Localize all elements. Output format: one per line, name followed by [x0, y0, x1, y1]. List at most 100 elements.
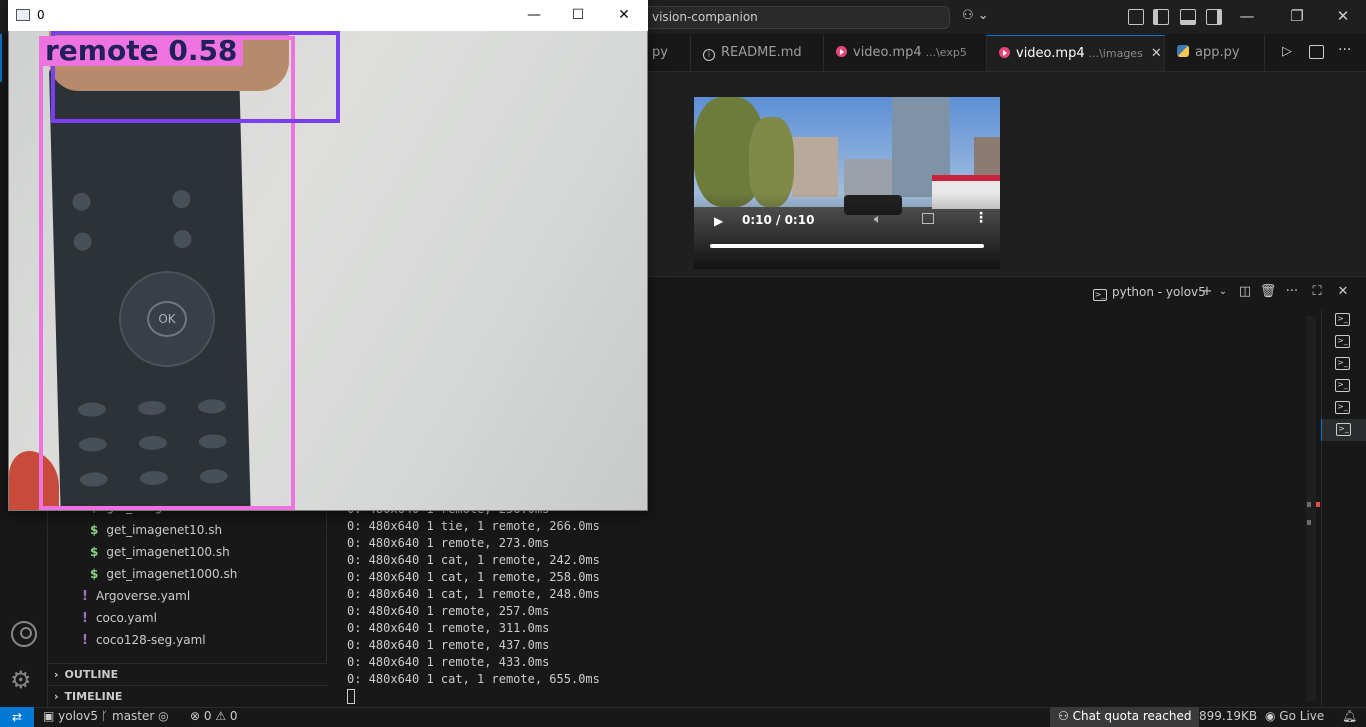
terminal-instance-1[interactable]: >_ [1321, 309, 1366, 331]
tab-app-py[interactable]: app.py [1165, 35, 1265, 71]
minimize-icon[interactable]: — [1232, 7, 1262, 27]
chat-quota-status[interactable]: ⚇ Chat quota reached [1050, 707, 1200, 727]
terminal-icon: >_ [1336, 423, 1351, 436]
video-player[interactable]: ▶ 0:10 / 0:10 🔈︎ ⋮ [694, 97, 1000, 269]
maximize-icon[interactable]: ☐ [563, 5, 593, 25]
customize-layout-icon[interactable] [1128, 9, 1144, 25]
terminal-scrollbar[interactable] [1306, 316, 1316, 701]
activity-active-indicator [0, 34, 2, 82]
play-icon[interactable]: ▶ [714, 214, 723, 228]
warning-icon: ⚠ [211, 709, 230, 723]
file-item[interactable]: ! Argoverse.yaml [82, 589, 190, 611]
tab-description: ...\exp5 [925, 46, 967, 59]
maximize-panel-icon[interactable]: ⛶ [1308, 283, 1326, 301]
shell-file-icon: $ [90, 545, 99, 559]
video-building [974, 137, 1000, 177]
tab-close-icon[interactable]: ✕ [1151, 46, 1162, 61]
yaml-file-icon: ! [82, 611, 88, 626]
scroll-error-marker [1316, 502, 1320, 507]
problems-status[interactable]: ⊗ 0 ⚠ 0 [190, 709, 238, 726]
terminal-line: 0: 480x640 1 remote, 437.0ms [347, 638, 550, 652]
close-panel-icon[interactable]: ✕ [1334, 283, 1352, 301]
toggle-panel-icon[interactable] [1180, 9, 1196, 25]
terminal-icon: >_ [1335, 401, 1350, 414]
chevron-right-icon: › [54, 668, 59, 681]
tab-video-images[interactable]: video.mp4 ...\images ✕ [987, 35, 1165, 71]
terminal-dropdown[interactable]: >_ python - yolov5 [1093, 285, 1206, 301]
file-label: Argoverse.yaml [95, 589, 191, 603]
file-item[interactable]: $ get_imagenet10.sh [90, 523, 222, 545]
video-time: 0:10 / 0:10 [742, 213, 815, 227]
file-item[interactable]: ! coco128-seg.yaml [82, 633, 206, 655]
notifications-icon[interactable]: 🔔︎ [1342, 709, 1357, 726]
yaml-file-icon: ! [82, 633, 88, 648]
terminal-line: 0: 480x640 1 remote, 273.0ms [347, 536, 550, 550]
file-label: coco128-seg.yaml [95, 633, 206, 647]
outline-section[interactable]: › OUTLINE [48, 663, 327, 685]
video-building [792, 137, 838, 197]
terminal-line: 0: 480x640 1 tie, 1 remote, 266.0ms [347, 519, 600, 533]
file-item[interactable]: $ get_imagenet100.sh [90, 545, 230, 567]
file-item[interactable]: $ get_imagenet1000.sh [90, 567, 237, 589]
info-icon: i [703, 49, 715, 61]
minimize-icon[interactable]: — [519, 5, 549, 25]
scroll-marker [1307, 520, 1311, 525]
shell-file-icon: $ [90, 523, 99, 537]
terminal-icon: >_ [1335, 313, 1350, 326]
terminal-icon: >_ [1093, 289, 1107, 301]
trash-icon[interactable]: 🗑︎ [1259, 283, 1277, 301]
terminal-icon: >_ [1335, 357, 1350, 370]
terminal-instance-3[interactable]: >_ [1321, 353, 1366, 375]
detection-label-remote: remote 0.58 [39, 36, 244, 66]
yaml-file-icon: ! [82, 589, 88, 604]
video-progress-bar[interactable] [710, 244, 984, 248]
account-icon[interactable] [11, 621, 37, 647]
folder-status[interactable]: ▣ yolov5 [43, 709, 98, 726]
volume-icon[interactable]: 🔈︎ [874, 212, 882, 227]
gear-icon[interactable]: ⚙ [10, 668, 32, 692]
error-icon: ⊗ [190, 709, 204, 723]
terminal-line: 0: 480x640 1 remote, 257.0ms [347, 604, 550, 618]
folder-name: yolov5 [58, 709, 99, 723]
sync-icon: ◎ [154, 709, 169, 723]
more-actions-icon[interactable]: ··· [1283, 283, 1301, 301]
app-window-icon [16, 9, 30, 21]
more-actions-icon[interactable]: ··· [1338, 42, 1351, 58]
go-live-button[interactable]: ◉ Go Live [1265, 709, 1324, 726]
branch-status[interactable]: ᚴ master ◎ [101, 709, 169, 726]
split-terminal-icon[interactable]: ◫ [1236, 283, 1254, 301]
remote-indicator-icon[interactable]: ⇄ [0, 707, 34, 727]
close-icon[interactable]: ✕ [609, 5, 639, 25]
terminal-instance-6[interactable]: >_ [1321, 419, 1366, 441]
split-editor-icon[interactable] [1309, 45, 1324, 59]
file-label: get_imagenet10.sh [106, 523, 223, 537]
tab-video-exp5[interactable]: video.mp4 ...\exp5 [824, 35, 987, 71]
more-options-icon[interactable]: ⋮ [974, 210, 988, 226]
timeline-section[interactable]: › TIMELINE [48, 685, 327, 707]
terminal-icon: >_ [1335, 335, 1350, 348]
terminal-line: 0: 480x640 1 cat, 1 remote, 248.0ms [347, 587, 600, 601]
toggle-primary-sidebar-icon[interactable] [1153, 9, 1169, 25]
restore-icon[interactable]: ❐ [1282, 7, 1312, 27]
copilot-icon[interactable]: ⚇ ⌄ [962, 8, 996, 28]
terminal-instance-2[interactable]: >_ [1321, 331, 1366, 353]
tab-readme[interactable]: i README.md [691, 35, 824, 71]
close-icon[interactable]: ✕ [1328, 7, 1358, 27]
terminal-line: 0: 480x640 1 remote, 433.0ms [347, 655, 550, 669]
terminal-instance-4[interactable]: >_ [1321, 375, 1366, 397]
tab-label: video.mp4 [853, 45, 922, 60]
run-icon[interactable]: ▷ [1282, 44, 1292, 59]
branch-name: master [112, 709, 155, 723]
camera-window-titlebar[interactable] [8, 0, 648, 31]
shell-file-icon: $ [90, 567, 99, 581]
command-center-search[interactable]: vision-companion [641, 6, 950, 29]
timeline-label: TIMELINE [64, 690, 123, 703]
copilot-icon: ⚇ [1058, 709, 1073, 723]
terminal-cursor [347, 689, 355, 704]
terminal-instance-5[interactable]: >_ [1321, 397, 1366, 419]
toggle-secondary-sidebar-icon[interactable] [1206, 9, 1222, 25]
fullscreen-icon[interactable] [922, 213, 934, 224]
file-item[interactable]: ! coco.yaml [82, 611, 157, 633]
chevron-down-icon[interactable]: ⌄ [1214, 283, 1232, 301]
tab-label: README.md [721, 45, 802, 60]
